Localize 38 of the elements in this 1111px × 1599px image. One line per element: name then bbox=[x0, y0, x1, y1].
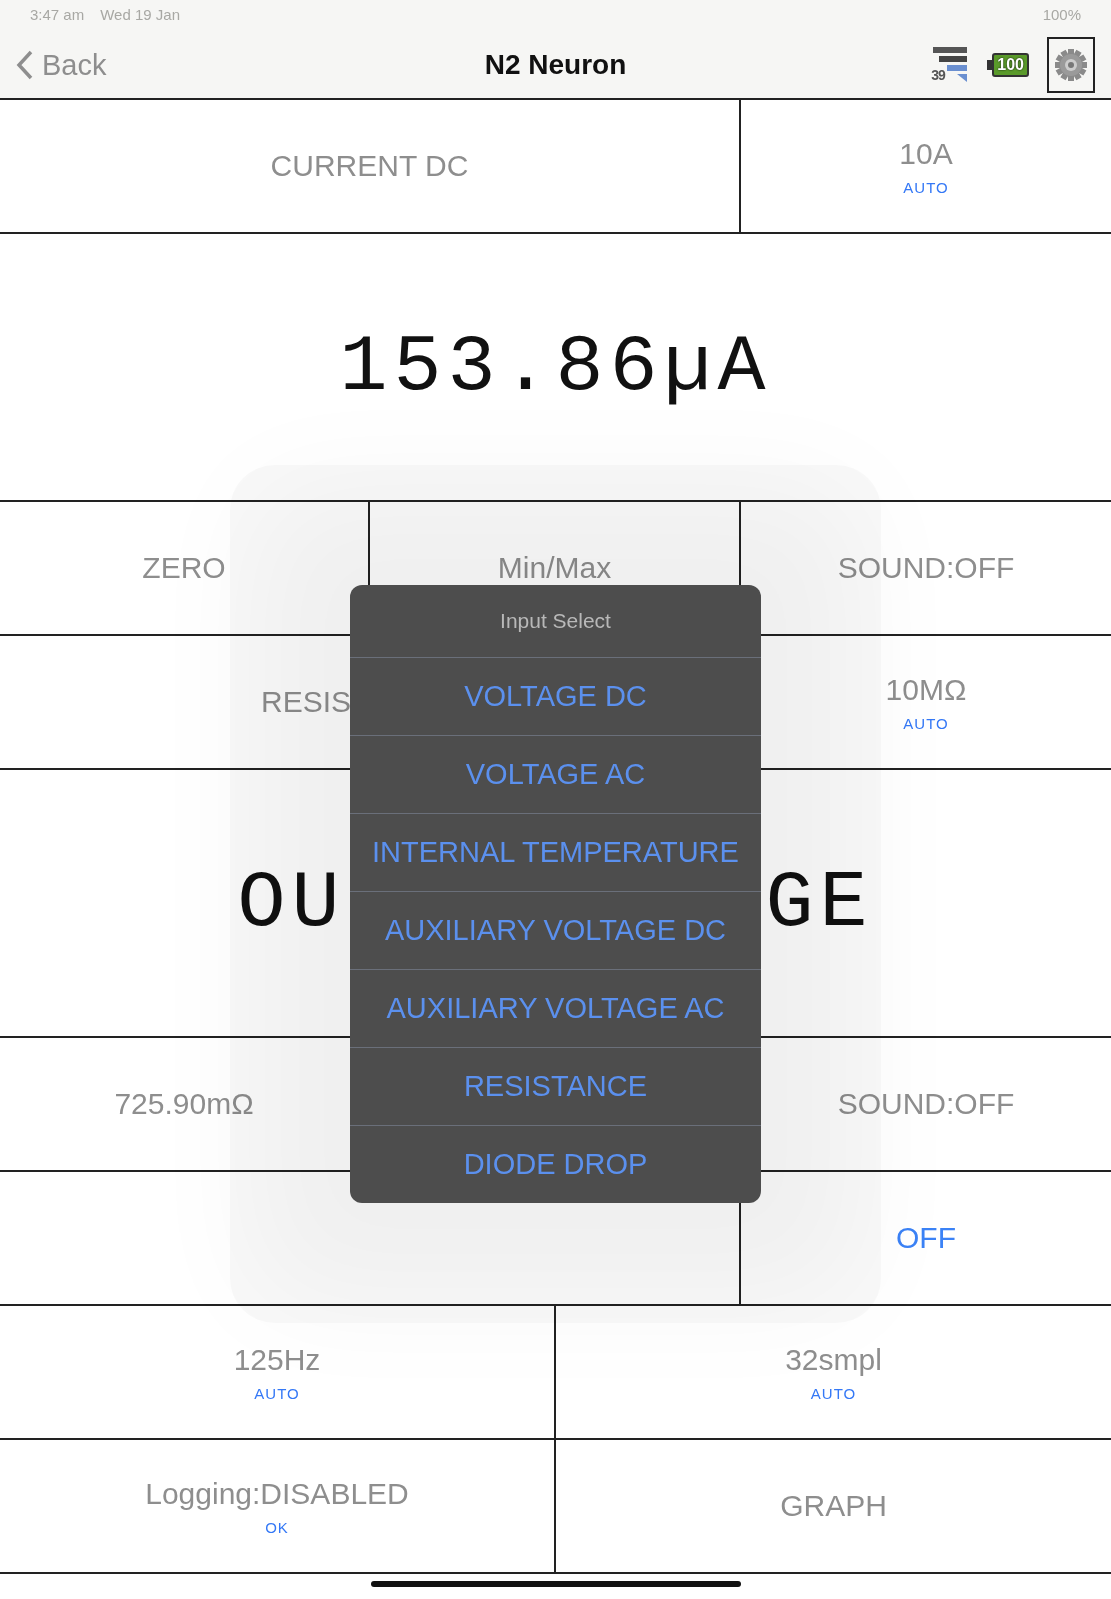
menu-item[interactable]: AUXILIARY VOLTAGE AC bbox=[350, 969, 761, 1047]
cell-label[interactable]: SOUND:OFF bbox=[837, 1087, 1015, 1121]
status-time: 3:47 am bbox=[30, 6, 85, 25]
cell-label[interactable]: 10MΩ bbox=[885, 672, 967, 707]
back-button[interactable]: Back bbox=[16, 48, 107, 82]
cell-label[interactable]: 725.90mΩ bbox=[114, 1087, 254, 1121]
cell-label[interactable]: Min/Max bbox=[497, 551, 612, 585]
cell-label[interactable]: 32smpl bbox=[785, 1342, 882, 1377]
chevron-left-icon bbox=[16, 50, 34, 80]
nav-title: N2 Neuron bbox=[484, 49, 627, 81]
popup-title: Input Select bbox=[499, 608, 612, 634]
cell-label[interactable]: GRAPH bbox=[780, 1489, 887, 1523]
mode-label: AUTO bbox=[903, 178, 949, 196]
battery-percent: 100% bbox=[1042, 6, 1081, 25]
menu-item[interactable]: RESISTANCE bbox=[350, 1047, 761, 1125]
menu-item[interactable]: DIODE DROP bbox=[350, 1125, 761, 1203]
mode-label: OK bbox=[265, 1518, 289, 1536]
reading-display: GE bbox=[765, 857, 874, 949]
menu-item[interactable]: VOLTAGE AC bbox=[350, 735, 761, 813]
cell-label[interactable]: Logging:DISABLED bbox=[145, 1476, 409, 1511]
cell-label[interactable]: SOUND:OFF bbox=[837, 551, 1015, 585]
settings-button[interactable] bbox=[1047, 37, 1095, 93]
status-date: Wed 19 Jan bbox=[100, 6, 180, 25]
gear-icon bbox=[1054, 48, 1088, 82]
mode-label: AUTO bbox=[810, 1384, 857, 1402]
menu-item[interactable]: VOLTAGE DC bbox=[350, 657, 761, 735]
cell-label[interactable]: 10A bbox=[899, 136, 953, 171]
menu-item[interactable]: AUXILIARY VOLTAGE DC bbox=[350, 891, 761, 969]
mode-label: AUTO bbox=[903, 714, 949, 732]
menu-item[interactable]: INTERNAL TEMPERATURE bbox=[350, 813, 761, 891]
cell-label[interactable]: 125Hz bbox=[233, 1342, 321, 1377]
cell-label[interactable]: CURRENT DC bbox=[270, 149, 469, 183]
reading-display: 153.86µA bbox=[339, 321, 772, 413]
reading-display: OU bbox=[237, 857, 346, 949]
cell-label[interactable]: RESIS bbox=[260, 685, 351, 719]
toggle-link[interactable]: OFF bbox=[896, 1221, 956, 1255]
mode-label: AUTO bbox=[254, 1384, 300, 1402]
cell-label[interactable]: ZERO bbox=[142, 551, 226, 585]
